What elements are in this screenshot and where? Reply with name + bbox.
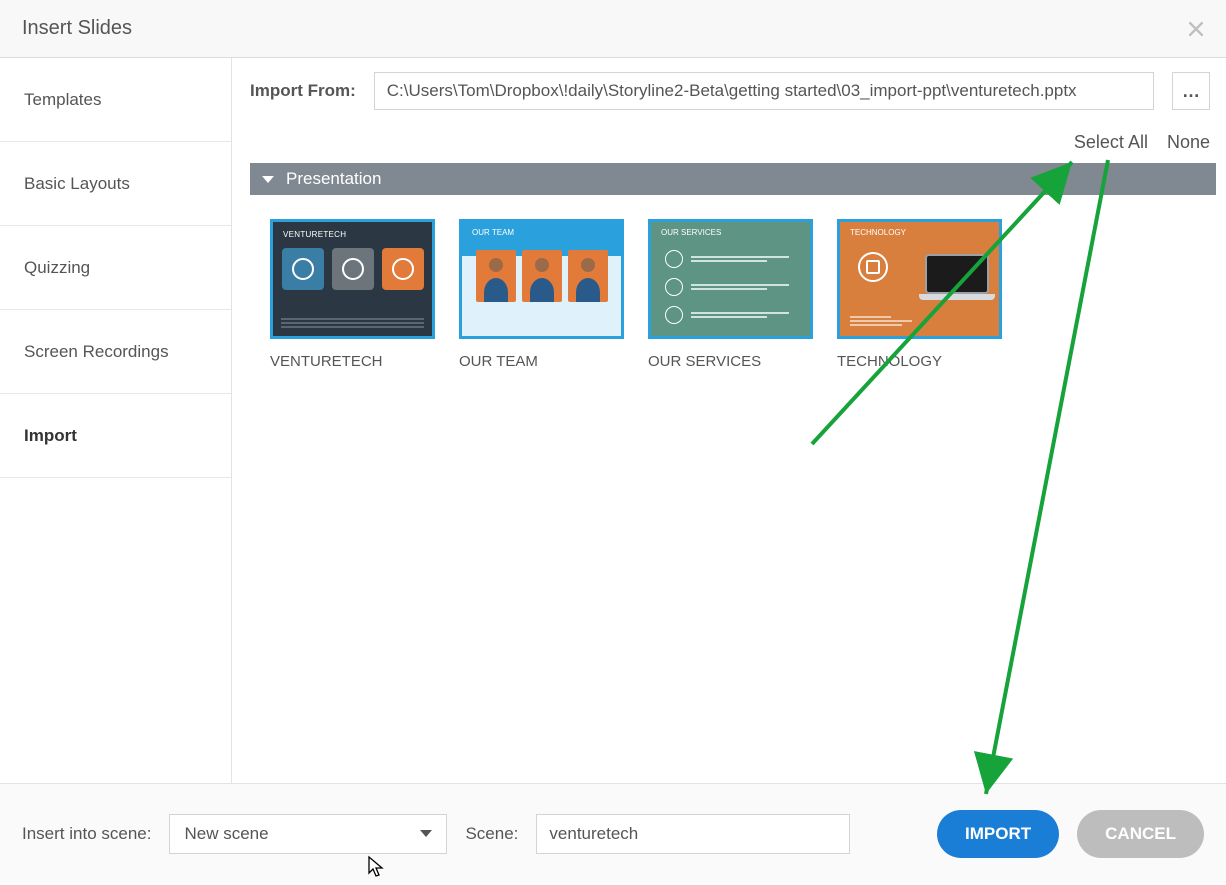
slide-preview-technology: TECHNOLOGY: [837, 219, 1002, 339]
dialog-footer: Insert into scene: New scene Scene: IMPO…: [0, 783, 1226, 883]
browse-button[interactable]: …: [1172, 72, 1210, 110]
slide-thumbnail[interactable]: VENTURETECH VENTURETECH: [270, 219, 435, 370]
section-header-presentation[interactable]: Presentation: [250, 163, 1216, 195]
import-from-row: Import From: …: [250, 72, 1216, 110]
slide-title: OUR SERVICES: [648, 353, 813, 370]
select-none-link[interactable]: None: [1167, 132, 1210, 152]
ellipsis-icon: …: [1182, 81, 1200, 102]
scene-name-label: Scene:: [465, 824, 518, 844]
slide-title: TECHNOLOGY: [837, 353, 1002, 370]
dialog-title: Insert Slides: [22, 17, 132, 40]
cancel-button[interactable]: CANCEL: [1077, 810, 1204, 858]
slide-thumbnail[interactable]: TECHNOLOGY TECHNOLOGY: [837, 219, 1002, 370]
import-button[interactable]: IMPORT: [937, 810, 1059, 858]
slide-thumbnail-grid: VENTURETECH VENTURETECH OUR TEAM: [250, 195, 1216, 769]
dialog-titlebar: Insert Slides: [0, 0, 1226, 58]
sidebar-item-label: Import: [24, 426, 77, 446]
scene-dropdown[interactable]: New scene: [169, 814, 447, 854]
chevron-down-icon: [420, 830, 432, 837]
scene-name-input[interactable]: [536, 814, 850, 854]
sidebar-nav: Templates Basic Layouts Quizzing Screen …: [0, 58, 232, 783]
slide-heading: OUR TEAM: [472, 228, 514, 237]
sidebar-item-quizzing[interactable]: Quizzing: [0, 226, 231, 310]
sidebar-item-label: Quizzing: [24, 258, 90, 278]
slide-preview-our-team: OUR TEAM: [459, 219, 624, 339]
import-from-label: Import From:: [250, 81, 356, 101]
import-from-path-input[interactable]: [374, 72, 1154, 110]
sidebar-item-basic-layouts[interactable]: Basic Layouts: [0, 142, 231, 226]
selection-controls: Select All None: [250, 132, 1210, 153]
slide-thumbnail[interactable]: OUR TEAM OUR TEAM: [459, 219, 624, 370]
insert-into-scene-label: Insert into scene:: [22, 824, 151, 844]
sidebar-item-templates[interactable]: Templates: [0, 58, 231, 142]
sidebar-item-label: Templates: [24, 90, 101, 110]
close-button[interactable]: [1184, 17, 1208, 41]
select-all-link[interactable]: Select All: [1074, 132, 1148, 152]
slide-title: VENTURETECH: [270, 353, 435, 370]
sidebar-item-import[interactable]: Import: [0, 394, 231, 478]
slide-heading: TECHNOLOGY: [850, 228, 906, 237]
slide-heading: OUR SERVICES: [661, 228, 721, 237]
slide-heading: VENTURETECH: [283, 230, 346, 239]
slide-title: OUR TEAM: [459, 353, 624, 370]
sidebar-item-screen-recordings[interactable]: Screen Recordings: [0, 310, 231, 394]
sidebar-item-label: Screen Recordings: [24, 342, 169, 362]
sidebar-item-label: Basic Layouts: [24, 174, 130, 194]
slide-preview-our-services: OUR SERVICES: [648, 219, 813, 339]
chevron-down-icon: [262, 176, 274, 183]
close-icon: [1189, 22, 1203, 36]
slide-preview-venturetech: VENTURETECH: [270, 219, 435, 339]
slide-thumbnail[interactable]: OUR SERVICES OUR SERVICES: [648, 219, 813, 370]
section-header-label: Presentation: [286, 169, 381, 189]
scene-dropdown-value: New scene: [184, 824, 268, 844]
main-panel: Import From: … Select All None Presentat…: [232, 58, 1226, 783]
